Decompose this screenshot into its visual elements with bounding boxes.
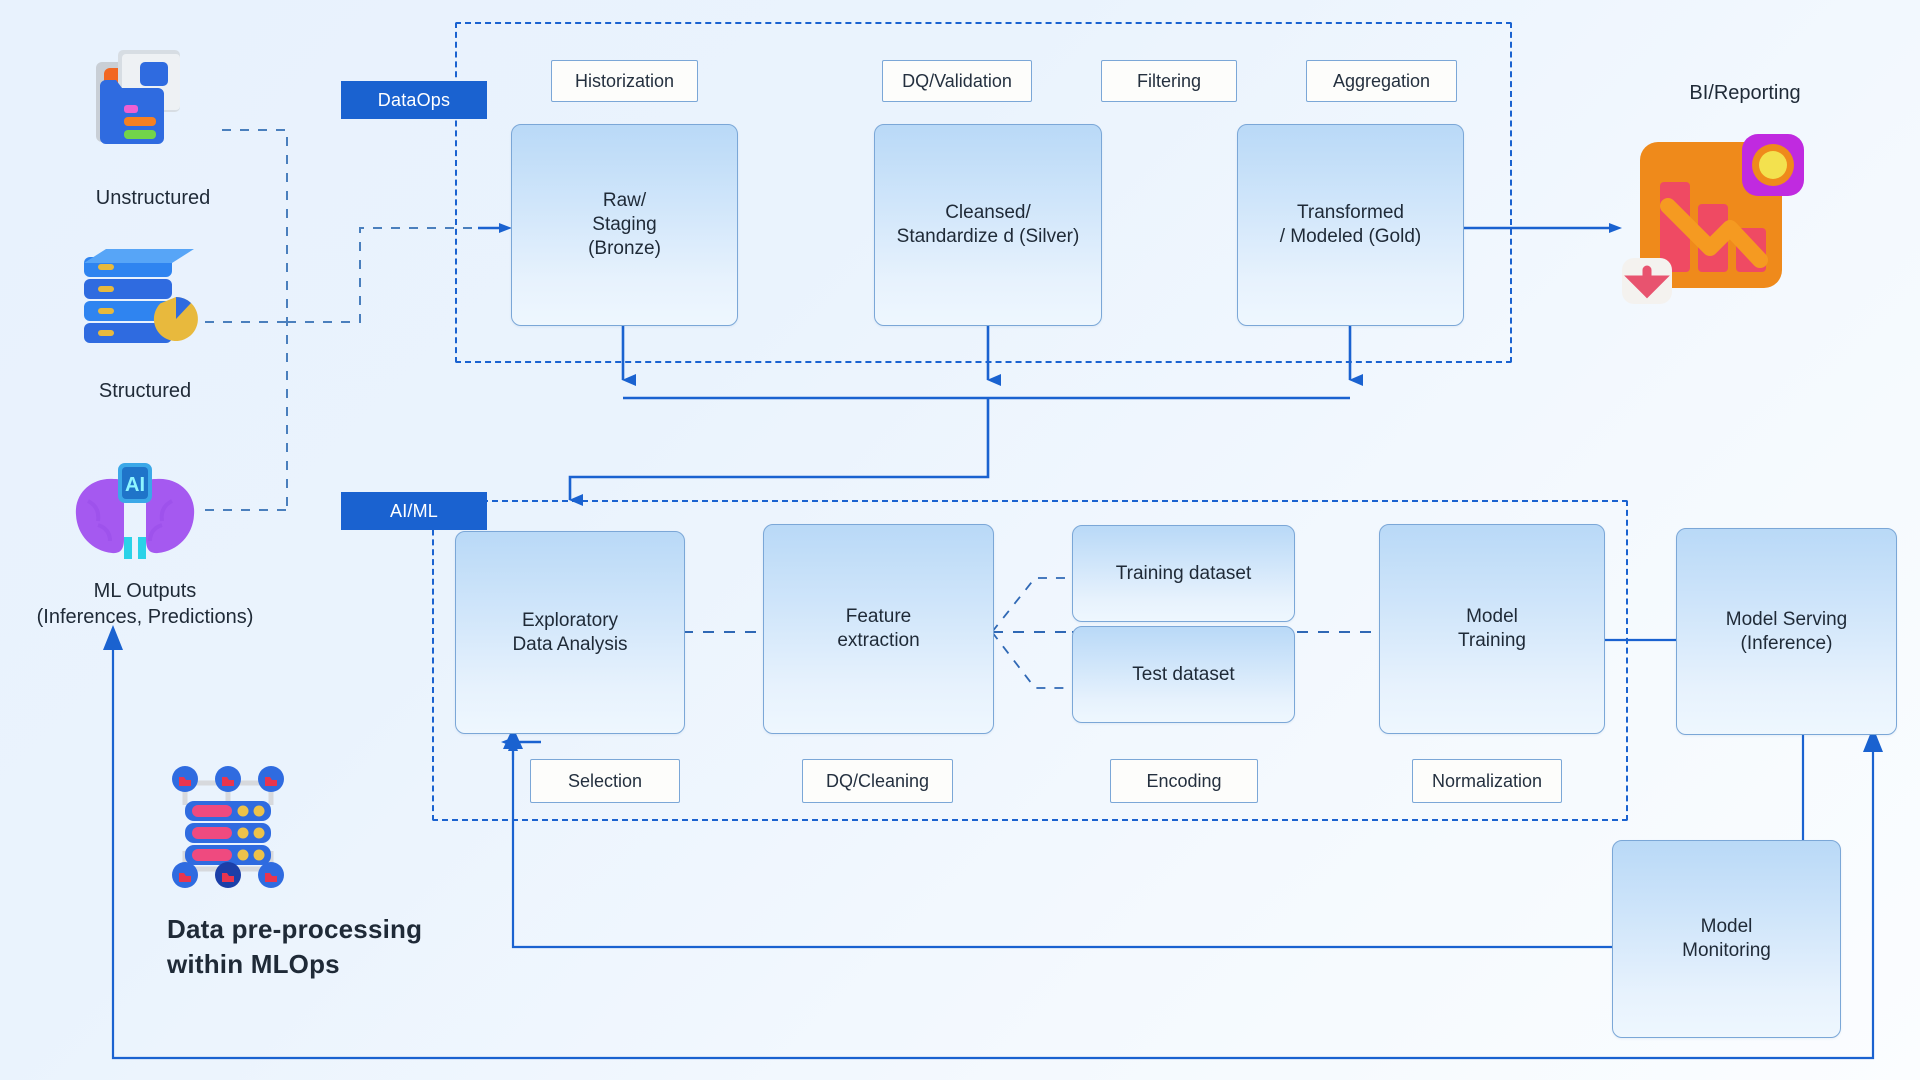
layer-chip-dataops[interactable]: DataOps <box>341 81 487 119</box>
stage-model-monitoring[interactable]: Model Monitoring <box>1612 840 1841 1038</box>
stage-model-serving[interactable]: Model Serving (Inference) <box>1676 528 1897 735</box>
aiml-boundary <box>432 500 1628 821</box>
mlops-label-line1: Data pre-processing <box>167 914 423 944</box>
bi-icon-wrap <box>1618 118 1848 318</box>
folder-documents-icon <box>96 50 180 144</box>
distributed-data-nodes-icon <box>172 766 284 888</box>
layer-chip-aiml[interactable]: AI/ML <box>341 492 487 530</box>
source-caption-ml-outputs: ML Outputs (Inferences, Predictions) <box>10 578 280 630</box>
source-label-ml-outputs-line2: (Inferences, Predictions) <box>36 606 254 628</box>
bi-label: BI/Reporting <box>1689 82 1801 104</box>
stage-model-serving-line1: Model Serving <box>1725 608 1848 630</box>
svg-text:AI: AI <box>125 474 145 496</box>
database-pie-chart-icon <box>84 249 198 343</box>
bi-report-chart-icon <box>1622 134 1804 304</box>
source-icon-ml-outputs: AI <box>62 455 208 570</box>
dataops-boundary <box>455 22 1512 363</box>
ai-brain-chip-icon: AI <box>75 463 195 559</box>
diagram-canvas: DataOps AI/ML Historization DQ/Validatio… <box>0 0 1920 1080</box>
stage-model-monitoring-line1: Model <box>1700 916 1753 938</box>
source-label-unstructured: Unstructured <box>95 187 211 209</box>
mlops-icon-wrap <box>163 765 293 890</box>
source-caption-structured: Structured <box>15 378 275 404</box>
layer-chip-aiml-label: AI/ML <box>389 500 438 521</box>
source-label-structured: Structured <box>98 380 192 402</box>
layer-chip-dataops-label: DataOps <box>377 89 451 110</box>
source-icon-structured <box>76 245 216 355</box>
stage-model-serving-label: Model Serving (Inference) <box>1710 608 1863 656</box>
mlops-caption: Data pre-processing within MLOps <box>167 912 497 982</box>
stage-model-monitoring-label: Model Monitoring <box>1666 915 1787 963</box>
source-icon-unstructured <box>88 42 218 162</box>
source-caption-unstructured: Unstructured <box>23 185 283 211</box>
source-label-ml-outputs-line1: ML Outputs <box>93 580 197 602</box>
stage-model-serving-line2: (Inference) <box>1740 632 1833 654</box>
stage-model-monitoring-line2: Monitoring <box>1682 940 1771 961</box>
mlops-label-line2: within MLOps <box>167 949 340 980</box>
bi-caption: BI/Reporting <box>1620 80 1870 106</box>
